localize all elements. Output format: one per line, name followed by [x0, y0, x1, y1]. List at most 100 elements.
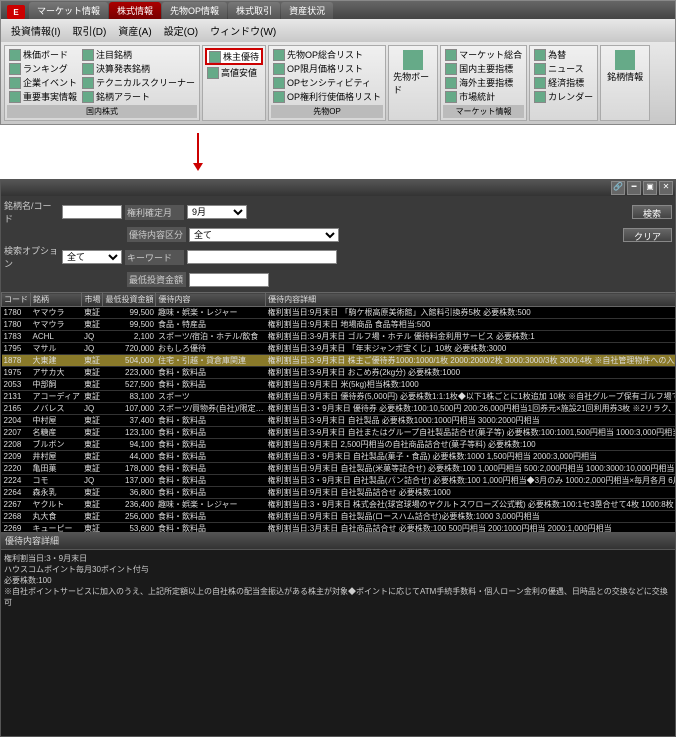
btn-domestic-idx[interactable]: 国内主要指標 — [443, 62, 524, 75]
btn-calendar[interactable]: カレンダー — [532, 90, 595, 103]
table-row[interactable]: 2165ノバレスJQ107,000スポーツ/買物券(自社)/限定…権利割当日:3… — [2, 403, 676, 415]
ribbon-group-domestic: 株価ボード ランキング 企業イベント 重要事実情報 注目銘柄 決算発表銘柄 テク… — [4, 45, 200, 121]
btn-overseas-idx[interactable]: 海外主要指標 — [443, 76, 524, 89]
label-month: 権利確定月 — [125, 205, 184, 220]
tab-trade[interactable]: 株式取引 — [228, 2, 280, 19]
econ-icon — [534, 77, 546, 89]
input-min[interactable] — [189, 273, 269, 287]
table-row[interactable]: 2264森永乳東証36,800食料・飲料品権利割当日:9月末日 自社製品詰合せ … — [2, 487, 676, 499]
btn-market-stats[interactable]: 市場統計 — [443, 90, 524, 103]
table-row[interactable]: 2267ヤクルト東証236,400趣味・娯楽・レジャー権利割当日:3・9月末日 … — [2, 499, 676, 511]
label-option: 検索オプション — [4, 244, 59, 270]
table-row[interactable]: 1795マサルJQ720,000おもしろ優待権利割当日:3-9月末日 「年末ジャ… — [2, 343, 676, 355]
detail-header: 優待内容詳細 — [1, 532, 675, 549]
table-row[interactable]: 2053中部飼東証527,500食料・飲料品権利割当日:9月末日 米(5kg)相… — [2, 379, 676, 391]
label-min: 最低投資金額 — [127, 272, 186, 287]
menu-window[interactable]: ウィンドウ(W) — [204, 21, 282, 40]
select-month[interactable]: 9月 — [187, 205, 247, 219]
btn-op-list[interactable]: 先物OP総合リスト — [271, 48, 383, 61]
table-row[interactable]: 2131アコーディア東証83,100スポーツ権利割当日:9月末日 優待券(5,0… — [2, 391, 676, 403]
btn-stock-info[interactable]: 銘柄情報 — [603, 48, 647, 85]
ribbon-group-yutai: 株主優待 高値安値 — [202, 45, 266, 121]
detail-line: ※自社ポイントサービスに加入のうえ、上記所定額以上の自社株の配当金振込がある株主… — [4, 586, 672, 608]
menu-assets[interactable]: 資産(A) — [112, 21, 157, 40]
btn-op-strike[interactable]: OP権利行使価格リスト — [271, 90, 383, 103]
top-toolbar: E マーケット情報 株式情報 先物OP情報 株式取引 資産状況 投資情報(I) … — [0, 0, 676, 125]
table-row[interactable]: 1780ヤマウラ東証99,500趣味・娯楽・レジャー権利割当日:9月末日 「駒ケ… — [2, 307, 676, 319]
detail-line: 必要株数:100 — [4, 575, 672, 586]
stats-icon — [445, 91, 457, 103]
menu-settings[interactable]: 設定(O) — [158, 21, 204, 40]
btn-op-month[interactable]: OP限月価格リスト — [271, 62, 383, 75]
col-market[interactable]: 市場 — [82, 293, 103, 307]
table-row[interactable]: 2209井村屋東証44,000食料・飲料品権利割当日:3・9月末日 自社製品(菓… — [2, 451, 676, 463]
board-icon — [9, 49, 21, 61]
tab-assets[interactable]: 資産状況 — [281, 2, 333, 19]
btn-alert[interactable]: 銘柄アラート — [80, 90, 197, 103]
stockinfo-icon — [615, 50, 635, 70]
table-row[interactable]: 2269キューピー東証53,600食料・飲料品権利割当日:3月末日 自社商品詰合… — [2, 523, 676, 533]
input-keyword[interactable] — [187, 250, 337, 264]
label-code: 銘柄名/コード — [4, 199, 59, 225]
col-name[interactable]: 銘柄 — [31, 293, 82, 307]
search-button[interactable]: 検索 — [632, 205, 672, 219]
btn-econ[interactable]: 経済指標 — [532, 76, 595, 89]
label-keyword: キーワード — [125, 250, 184, 265]
col-cat[interactable]: 優待内容 — [156, 293, 266, 307]
table-row[interactable]: 1780ヤマウラ東証99,500食品・特産品権利割当日:9月末日 地場商品 食品… — [2, 319, 676, 331]
close-button[interactable]: ✕ — [659, 181, 673, 195]
table-row[interactable]: 2208ブルボン東証94,100食料・飲料品権利割当日:9月末日 2,500円相… — [2, 439, 676, 451]
input-code[interactable] — [62, 205, 122, 219]
btn-op-sens[interactable]: OPセンシティビティ — [271, 76, 383, 89]
group-label-domestic: 国内株式 — [7, 105, 197, 118]
clear-button[interactable]: クリア — [623, 228, 672, 242]
btn-shareholder-benefit[interactable]: 株主優待 — [205, 48, 263, 65]
table-row[interactable]: 1878大東建東証504,000住宅・引越・貸倉庫関連権利割当日:3-9月末日 … — [2, 355, 676, 367]
table-header-row: コード 銘柄 市場 最低投資金額 優待内容 優待内容詳細 — [2, 293, 676, 307]
arrow-annotation — [0, 125, 676, 179]
table-container[interactable]: コード 銘柄 市場 最低投資金額 優待内容 優待内容詳細 1780ヤマウラ東証9… — [1, 292, 675, 532]
btn-important[interactable]: 重要事実情報 — [7, 90, 79, 103]
col-detail[interactable]: 優待内容詳細 — [266, 293, 675, 307]
featured-icon — [82, 49, 94, 61]
table-row[interactable]: 2268丸大食東証256,000食料・飲料品権利割当日:9月末日 自社製品(ロー… — [2, 511, 676, 523]
btn-featured[interactable]: 注目銘柄 — [80, 48, 197, 61]
btn-market-all[interactable]: マーケット総合 — [443, 48, 524, 61]
btn-futures-board[interactable]: 先物ボード — [391, 48, 435, 98]
btn-events[interactable]: 企業イベント — [7, 76, 79, 89]
tab-stock[interactable]: 株式情報 — [109, 2, 161, 19]
min-button[interactable]: ━ — [627, 181, 641, 195]
detail-line: 権利割当日:3・9月末日 — [4, 553, 672, 564]
label-content: 優待内容区分 — [127, 227, 186, 242]
btn-stock-board[interactable]: 株価ボード — [7, 48, 79, 61]
table-row[interactable]: 2224コモJQ137,000食料・飲料品権利割当日:3・9月末日 自社製品(パ… — [2, 475, 676, 487]
menu-invest[interactable]: 投資情報(I) — [5, 21, 66, 40]
window-titlebar: 🔗 ━ ▣ ✕ — [1, 180, 675, 196]
col-amount[interactable]: 最低投資金額 — [103, 293, 156, 307]
select-content[interactable]: 全て — [189, 228, 339, 242]
col-code[interactable]: コード — [2, 293, 31, 307]
tab-market[interactable]: マーケット情報 — [29, 2, 108, 19]
ribbon-group-op: 先物OP総合リスト OP限月価格リスト OPセンシティビティ OP権利行使価格リ… — [268, 45, 386, 121]
event-icon — [9, 77, 21, 89]
btn-fx[interactable]: 為替 — [532, 48, 595, 61]
tab-futures[interactable]: 先物OP情報 — [162, 2, 227, 19]
menu-trade[interactable]: 取引(D) — [66, 21, 112, 40]
table-row[interactable]: 1783ACHLJQ2,100スポーツ/宿泊・ホテル/飲食権利割当日:3-9月末… — [2, 331, 676, 343]
max-button[interactable]: ▣ — [643, 181, 657, 195]
btn-highlow[interactable]: 高値安値 — [205, 66, 263, 79]
table-row[interactable]: 2204中村屋東証37,400食料・飲料品権利割当日:3-9月末日 自社製品 必… — [2, 415, 676, 427]
table-row[interactable]: 1975アサカ大東証223,000食料・飲料品権利割当日:3-9月末日 おこめ券… — [2, 367, 676, 379]
table-row[interactable]: 2220亀田菓東証178,000食料・飲料品権利割当日:9月末日 自社製品(米菓… — [2, 463, 676, 475]
btn-ranking[interactable]: ランキング — [7, 62, 79, 75]
link-icon[interactable]: 🔗 — [611, 181, 625, 195]
select-option[interactable]: 全て — [62, 250, 122, 264]
app-logo: E — [7, 5, 25, 19]
table-row[interactable]: 2207名糖産東証123,100食料・飲料品権利割当日:3-9月末日 自社または… — [2, 427, 676, 439]
btn-news[interactable]: ニュース — [532, 62, 595, 75]
menu-bar: 投資情報(I) 取引(D) 資産(A) 設定(O) ウィンドウ(W) — [1, 19, 675, 42]
detail-area: 権利割当日:3・9月末日 ハウスコムポイント毎月30ポイント付与 必要株数:10… — [1, 549, 675, 736]
group-label-op: 先物OP — [271, 105, 383, 118]
btn-screener[interactable]: テクニカルスクリーナー — [80, 76, 197, 89]
btn-earnings[interactable]: 決算発表銘柄 — [80, 62, 197, 75]
